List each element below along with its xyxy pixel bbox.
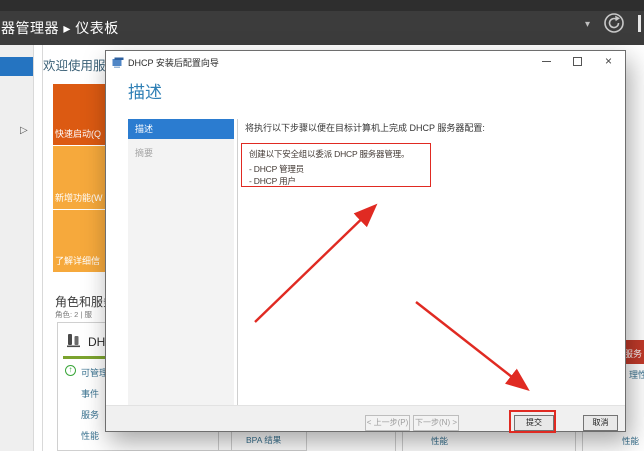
step-summary: 摘要	[135, 146, 153, 159]
row-performance[interactable]: 性能	[81, 429, 99, 442]
row-services[interactable]: 服务	[81, 408, 99, 421]
welcome-heading: 欢迎使用服	[43, 55, 106, 74]
row-performance-fragment: 性能	[431, 435, 448, 447]
divider	[42, 45, 43, 451]
refresh-icon[interactable]	[603, 12, 625, 34]
note-line: 创建以下安全组以委派 DHCP 服务器管理。	[249, 148, 409, 160]
nav-item-dashboard-selected[interactable]	[0, 57, 33, 76]
titlebar-clipped-icon	[638, 15, 641, 32]
minimize-button[interactable]	[530, 51, 563, 72]
row-bpa-results-fragment: BPA 结果	[246, 434, 281, 446]
dhcp-wizard-dialog: DHCP 安装后配置向导 × 描述 描述 摘要 将执行以下步骤以便在目标计算机上…	[105, 50, 626, 432]
close-button[interactable]: ×	[592, 51, 625, 72]
step-description-selected[interactable]: 描述	[128, 119, 234, 139]
minimize-icon	[542, 61, 551, 62]
chevron-down-icon[interactable]: ▾	[585, 19, 590, 30]
dhcp-card-title[interactable]: DH	[88, 335, 105, 349]
tile-label: 了解详细信	[55, 254, 100, 267]
tile-label: 新增功能(W	[55, 191, 103, 204]
row-events[interactable]: 事件	[81, 387, 99, 400]
next-button: 下一步(N) >	[413, 415, 459, 431]
note-line: - DHCP 用户	[249, 175, 296, 187]
maximize-icon	[573, 57, 582, 66]
manageability-up-icon: ↑	[65, 365, 76, 376]
previous-button: < 上一步(P)	[365, 415, 410, 431]
cancel-button[interactable]: 取消	[583, 415, 618, 431]
maximize-button[interactable]	[561, 51, 594, 72]
roles-section-subtext: 角色: 2 | 服	[55, 309, 92, 320]
row-manageability-fragment: 理性	[629, 368, 644, 381]
dialog-titlebar[interactable]: DHCP 安装后配置向导 ×	[106, 51, 625, 72]
dhcp-role-icon	[66, 333, 81, 353]
divider	[33, 45, 34, 451]
note-line: - DHCP 管理员	[249, 163, 304, 175]
app-titlebar: 器管理器 ▸ 仪表板 ▾	[0, 0, 644, 45]
breadcrumb[interactable]: 器管理器 ▸ 仪表板	[1, 18, 119, 38]
close-icon: ×	[592, 51, 625, 72]
wizard-icon	[112, 56, 124, 74]
left-nav-column	[0, 45, 33, 451]
submit-button[interactable]: 提交	[514, 415, 554, 431]
screen: 器管理器 ▸ 仪表板 ▾ ▷ 欢迎使用服 快速启动(Q 新增功能(W 了解详细信…	[0, 0, 644, 451]
wizard-intro-text: 将执行以下步骤以便在目标计算机上完成 DHCP 服务器配置:	[245, 121, 485, 134]
tile-label: 快速启动(Q	[55, 127, 101, 140]
collapse-pane-icon[interactable]: ▷	[20, 125, 28, 136]
wizard-steps-pane	[128, 119, 234, 406]
divider	[237, 119, 238, 406]
row-performance-fragment: 性能	[622, 435, 639, 447]
page-title: 描述	[128, 78, 162, 103]
dialog-title: DHCP 安装后配置向导	[128, 56, 219, 69]
